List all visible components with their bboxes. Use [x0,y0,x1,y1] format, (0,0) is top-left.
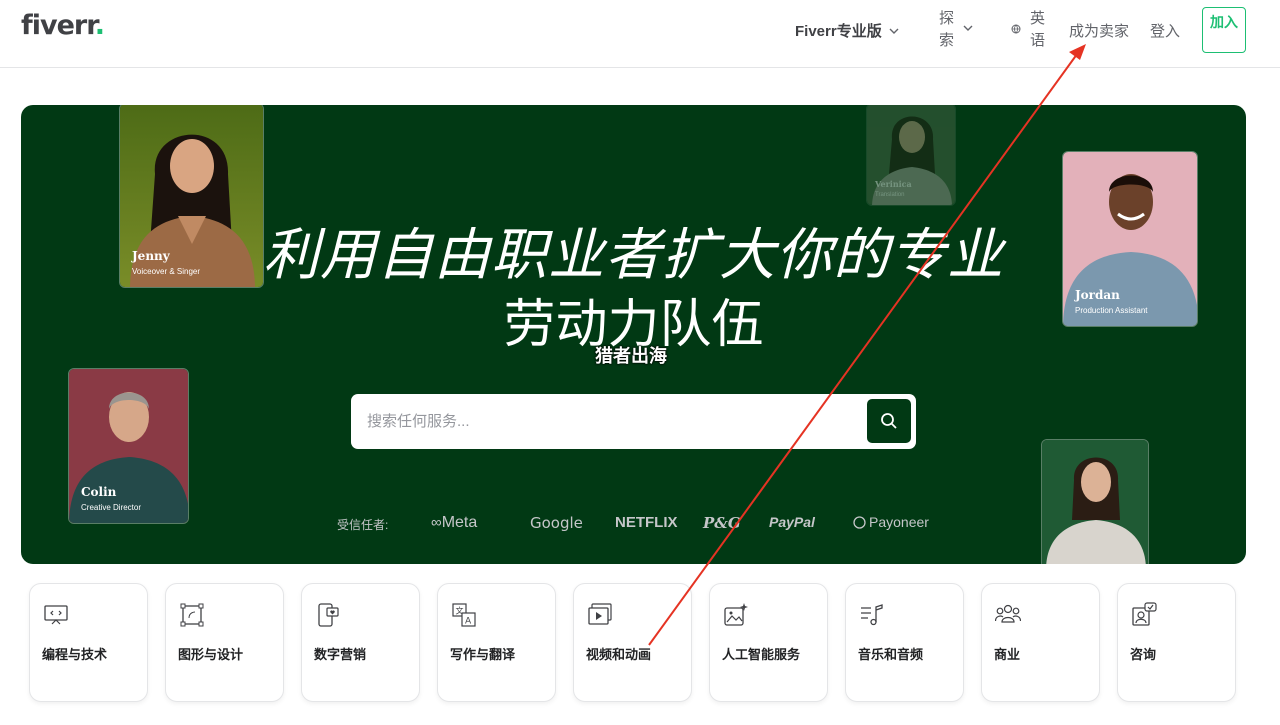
freelancer-card-verinica: Verinica Translation [866,105,956,206]
logo-dot: . [94,10,105,41]
category-card-marketing[interactable]: 数字营销 [301,583,420,702]
category-label: 编程与技术 [42,647,108,662]
category-card-consulting[interactable]: 咨询 [1117,583,1236,702]
people-group-icon [995,604,1021,623]
join-button[interactable]: 加入 [1202,7,1246,53]
freelancer-card-unnamed [1041,439,1149,564]
chevron-down-icon [889,28,899,34]
fiverr-logo[interactable]: fiverr. [21,10,105,41]
explore-menu-label[interactable]: 探索 [939,8,959,52]
category-card-design[interactable]: 图形与设计 [165,583,284,702]
freelancer-role: Creative Director [81,503,142,512]
category-label: 数字营销 [314,647,367,662]
freelancer-photo [69,369,188,523]
globe-icon[interactable] [1011,24,1021,34]
category-card-ai[interactable]: 人工智能服务 [709,583,828,702]
paypal-logo: PayPal [769,514,815,530]
fiverr-pro-menu[interactable]: Fiverr专业版 [795,20,900,41]
top-header: fiverr. Fiverr专业版 探索 英语 成为卖家 登入 加入 [0,0,1280,68]
category-card-business[interactable]: 商业 [981,583,1100,702]
freelancer-name: Verinica [875,179,912,189]
svg-text:A: A [465,617,472,627]
translate-icon: 文A [452,603,476,627]
payoneer-circle-icon [853,515,866,529]
category-card-video[interactable]: 视频和动画 [573,583,692,702]
design-frame-icon [180,603,204,627]
payoneer-logo: Payoneer [853,514,929,530]
language-selector[interactable]: 英语 [1030,8,1048,52]
watermark-text: 猎者出海 [595,346,667,366]
freelancer-photo [1042,440,1148,564]
login-link[interactable]: 登入 [1150,20,1180,41]
category-label: 音乐和音频 [858,647,924,662]
ai-image-icon [724,603,748,626]
netflix-logo: NETFLIX [615,514,678,531]
freelancer-photo [867,105,955,205]
freelancer-card-colin: Colin Creative Director [68,368,189,524]
pg-logo: P&G [703,514,741,532]
category-label: 商业 [994,647,1021,662]
music-note-icon [861,604,883,626]
hero-banner: Jenny Voiceover & Singer Verinica Transl… [21,105,1246,564]
trusted-by-label: 受信任者: [337,518,389,532]
search-bar [351,394,916,449]
code-monitor-icon [44,605,68,625]
category-card-music[interactable]: 音乐和音频 [845,583,964,702]
search-icon [881,413,897,429]
category-card-programming[interactable]: 编程与技术 [29,583,148,702]
brand-name: Payoneer [869,514,929,530]
consult-chat-icon [1132,602,1157,626]
become-seller-link[interactable]: 成为卖家 [1069,20,1129,41]
video-play-icon [588,603,612,625]
category-label: 人工智能服务 [722,647,801,662]
freelancer-role: Translation [875,192,905,198]
chevron-down-icon[interactable] [962,22,974,34]
category-label: 咨询 [1130,647,1157,662]
fiverr-pro-label: Fiverr专业版 [795,23,882,40]
search-button[interactable] [867,399,911,443]
hero-headline: 利用自由职业者扩大你的专业 [263,223,1004,286]
category-label: 图形与设计 [178,647,244,662]
search-input[interactable] [351,394,861,449]
category-row: 编程与技术 图形与设计 数字营销 文A 写作与翻译 视频和动画 人工智能服务 音… [29,583,1249,713]
logo-text: fiverr [21,10,96,41]
category-card-writing[interactable]: 文A 写作与翻译 [437,583,556,702]
category-label: 视频和动画 [586,647,652,662]
google-logo: Google [530,514,583,532]
category-label: 写作与翻译 [450,647,516,662]
brand-name: Meta [441,514,478,531]
freelancer-name: Colin [81,485,117,499]
meta-logo: ∞Meta [431,514,478,531]
phone-heart-icon [318,603,339,627]
